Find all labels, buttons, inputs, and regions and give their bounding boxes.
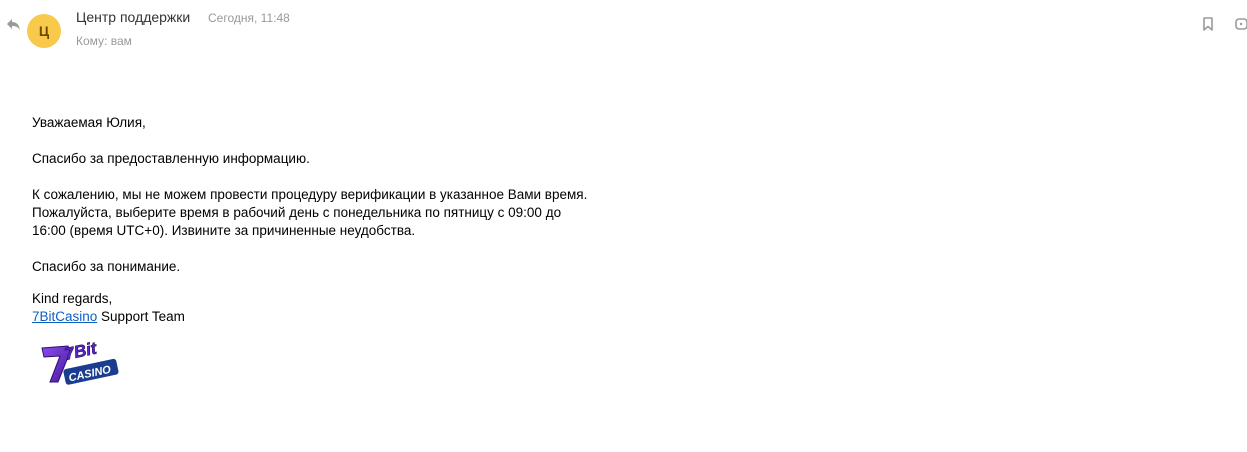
signature: 7BitCasino Support Team <box>32 308 185 326</box>
recipient-value: вам <box>110 34 132 48</box>
signature-link[interactable]: 7BitCasino <box>32 309 97 324</box>
timestamp: Сегодня, 11:48 <box>208 11 290 25</box>
logo-text-top: 7Bit <box>63 340 100 364</box>
recipient-label: Кому: <box>76 34 108 48</box>
message-line-2: Пожалуйста, выберите время в рабочий ден… <box>32 205 562 220</box>
message-line-1: К сожалению, мы не можем провести процед… <box>32 187 588 202</box>
greeting: Уважаемая Юлия, <box>32 115 146 130</box>
more-icon[interactable] <box>1234 16 1247 32</box>
regards: Kind regards, <box>32 291 113 306</box>
thanks-understanding: Спасибо за понимание. <box>32 259 181 274</box>
message-line-3: 16:00 (время UTC+0). Извините за причине… <box>32 223 416 238</box>
reply-icon[interactable] <box>6 16 22 32</box>
avatar-letter: Ц <box>38 23 50 39</box>
recipient-line: Кому: вам <box>76 34 132 48</box>
sender-name[interactable]: Центр поддержки <box>76 9 190 25</box>
signature-suffix: Support Team <box>97 309 185 324</box>
avatar: Ц <box>27 14 61 48</box>
casino-logo: 7Bit CASINO <box>41 340 119 385</box>
thanks-info: Спасибо за предоставленную информацию. <box>32 151 310 166</box>
bookmark-icon[interactable] <box>1200 16 1216 32</box>
